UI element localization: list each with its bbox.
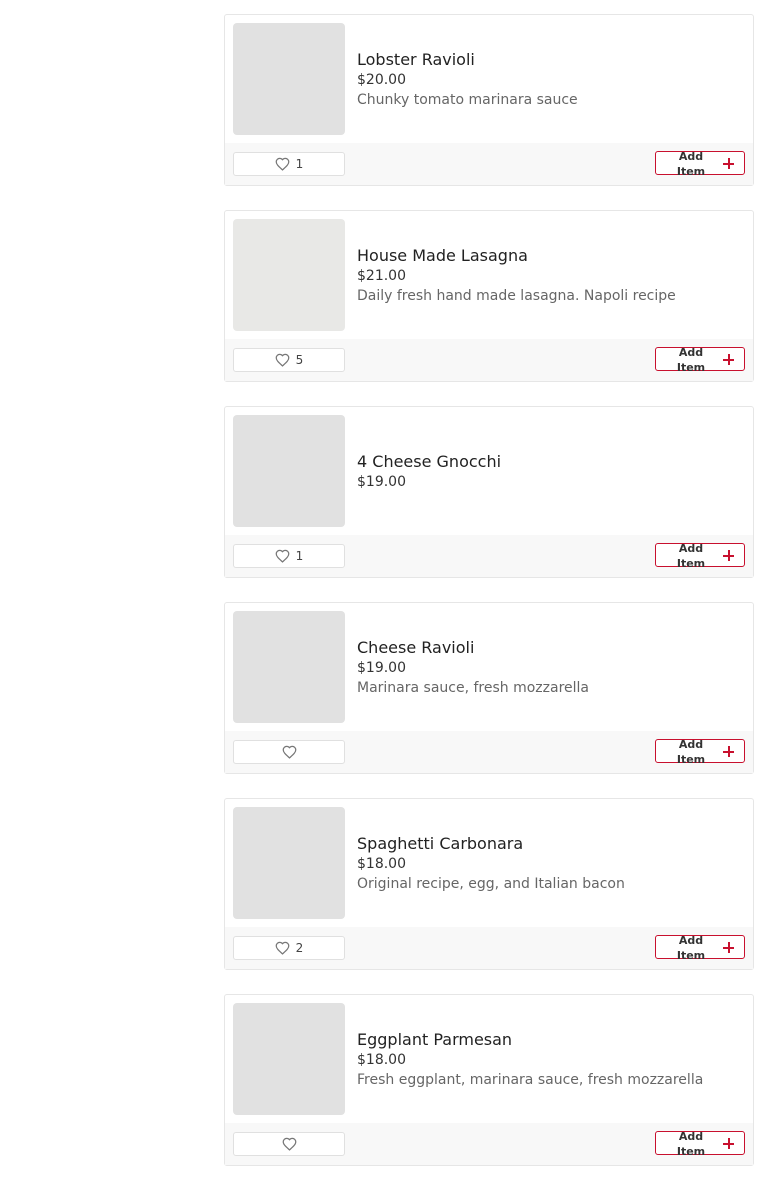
add-item-label: Add Item — [666, 149, 716, 179]
heart-icon — [275, 549, 290, 563]
menu-item-name: Spaghetti Carbonara — [357, 833, 524, 853]
add-item-label: Add Item — [666, 933, 716, 963]
menu-item-price: $18.00 — [357, 1051, 406, 1068]
menu-item-body[interactable]: Lobster Ravioli $20.00 Chunky tomato mar… — [225, 15, 753, 143]
menu-item-info: Spaghetti Carbonara $18.00 Original reci… — [357, 799, 747, 927]
plus-icon — [723, 746, 734, 757]
menu-item-description: Original recipe, egg, and Italian bacon — [357, 875, 625, 892]
menu-item-body[interactable]: 4 Cheese Gnocchi $19.00 — [225, 407, 753, 535]
menu-item-description: Chunky tomato marinara sauce — [357, 91, 578, 108]
menu-item-name: Cheese Ravioli — [357, 637, 475, 657]
menu-item-info: Eggplant Parmesan $18.00 Fresh eggplant,… — [357, 995, 747, 1123]
add-item-label: Add Item — [666, 737, 716, 767]
heart-icon — [275, 353, 290, 367]
menu-item-price: $21.00 — [357, 267, 406, 284]
heart-icon — [275, 941, 290, 955]
add-item-label: Add Item — [666, 1129, 716, 1159]
menu-item-image[interactable] — [233, 415, 345, 527]
add-item-label-line2: Item — [676, 949, 706, 962]
add-item-label-line2: Item — [676, 557, 706, 570]
heart-icon — [275, 157, 290, 171]
menu-item-price: $18.00 — [357, 855, 406, 872]
menu-item-price: $20.00 — [357, 71, 406, 88]
menu-item-price: $19.00 — [357, 659, 406, 676]
menu-item-actions: 1 Add Item — [225, 535, 753, 577]
like-button[interactable]: 1 — [233, 544, 345, 568]
menu-item-body[interactable]: Cheese Ravioli $19.00 Marinara sauce, fr… — [225, 603, 753, 731]
menu-item-actions: 1 Add Item — [225, 143, 753, 185]
menu-item-image[interactable] — [233, 219, 345, 331]
menu-item-info: Cheese Ravioli $19.00 Marinara sauce, fr… — [357, 603, 747, 731]
plus-icon — [723, 354, 734, 365]
menu-item-info: Lobster Ravioli $20.00 Chunky tomato mar… — [357, 15, 747, 143]
add-item-button[interactable]: Add Item — [655, 934, 745, 962]
menu-item-body[interactable]: Spaghetti Carbonara $18.00 Original reci… — [225, 799, 753, 927]
add-item-label-line2: Item — [676, 1145, 706, 1158]
heart-icon — [282, 1137, 297, 1151]
like-button[interactable]: 1 — [233, 152, 345, 176]
menu-item-description: Daily fresh hand made lasagna. Napoli re… — [357, 287, 676, 304]
add-item-button[interactable]: Add Item — [655, 150, 745, 178]
menu-item-card[interactable]: Lobster Ravioli $20.00 Chunky tomato mar… — [224, 14, 754, 186]
plus-icon — [723, 942, 734, 953]
menu-item-card[interactable]: 4 Cheese Gnocchi $19.00 1 Add Item — [224, 406, 754, 578]
add-item-label-line2: Item — [676, 361, 706, 374]
add-item-label-line2: Item — [676, 165, 706, 178]
add-item-button[interactable]: Add Item — [655, 738, 745, 766]
add-item-label-line1: Add — [678, 738, 704, 751]
like-button[interactable] — [233, 1132, 345, 1156]
menu-item-info: 4 Cheese Gnocchi $19.00 — [357, 407, 747, 535]
heart-icon — [282, 745, 297, 759]
add-item-label: Add Item — [666, 345, 716, 375]
menu-item-actions: 5 Add Item — [225, 339, 753, 381]
menu-item-image[interactable] — [233, 1003, 345, 1115]
add-item-label-line1: Add — [678, 150, 704, 163]
add-item-label-line1: Add — [678, 346, 704, 359]
add-item-label: Add Item — [666, 541, 716, 571]
add-item-label-line1: Add — [678, 542, 704, 555]
menu-item-info: House Made Lasagna $21.00 Daily fresh ha… — [357, 211, 747, 339]
menu-item-card[interactable]: Eggplant Parmesan $18.00 Fresh eggplant,… — [224, 994, 754, 1166]
menu-item-description: Marinara sauce, fresh mozzarella — [357, 679, 590, 696]
menu-item-body[interactable]: House Made Lasagna $21.00 Daily fresh ha… — [225, 211, 753, 339]
like-button[interactable] — [233, 740, 345, 764]
add-item-button[interactable]: Add Item — [655, 346, 745, 374]
like-button[interactable]: 5 — [233, 348, 345, 372]
menu-item-card[interactable]: Cheese Ravioli $19.00 Marinara sauce, fr… — [224, 602, 754, 774]
add-item-label-line1: Add — [678, 934, 704, 947]
menu-item-name: House Made Lasagna — [357, 245, 528, 265]
menu-item-description: Fresh eggplant, marinara sauce, fresh mo… — [357, 1071, 704, 1088]
menu-item-actions: Add Item — [225, 1123, 753, 1165]
menu-item-image[interactable] — [233, 807, 345, 919]
menu-item-name: Lobster Ravioli — [357, 49, 475, 69]
add-item-button[interactable]: Add Item — [655, 1130, 745, 1158]
menu-item-image[interactable] — [233, 611, 345, 723]
menu-item-name: Eggplant Parmesan — [357, 1029, 513, 1049]
add-item-button[interactable]: Add Item — [655, 542, 745, 570]
plus-icon — [723, 550, 734, 561]
menu-item-list: Lobster Ravioli $20.00 Chunky tomato mar… — [224, 14, 754, 1190]
menu-item-body[interactable]: Eggplant Parmesan $18.00 Fresh eggplant,… — [225, 995, 753, 1123]
add-item-label-line1: Add — [678, 1130, 704, 1143]
menu-item-price: $19.00 — [357, 473, 406, 490]
menu-item-card[interactable]: House Made Lasagna $21.00 Daily fresh ha… — [224, 210, 754, 382]
menu-item-card[interactable]: Spaghetti Carbonara $18.00 Original reci… — [224, 798, 754, 970]
like-count: 1 — [295, 157, 304, 171]
plus-icon — [723, 1138, 734, 1149]
like-button[interactable]: 2 — [233, 936, 345, 960]
menu-item-actions: Add Item — [225, 731, 753, 773]
like-count: 1 — [295, 549, 304, 563]
menu-item-actions: 2 Add Item — [225, 927, 753, 969]
add-item-label-line2: Item — [676, 753, 706, 766]
like-count: 2 — [295, 941, 304, 955]
like-count: 5 — [295, 353, 304, 367]
plus-icon — [723, 158, 734, 169]
menu-item-name: 4 Cheese Gnocchi — [357, 451, 502, 471]
menu-item-image[interactable] — [233, 23, 345, 135]
